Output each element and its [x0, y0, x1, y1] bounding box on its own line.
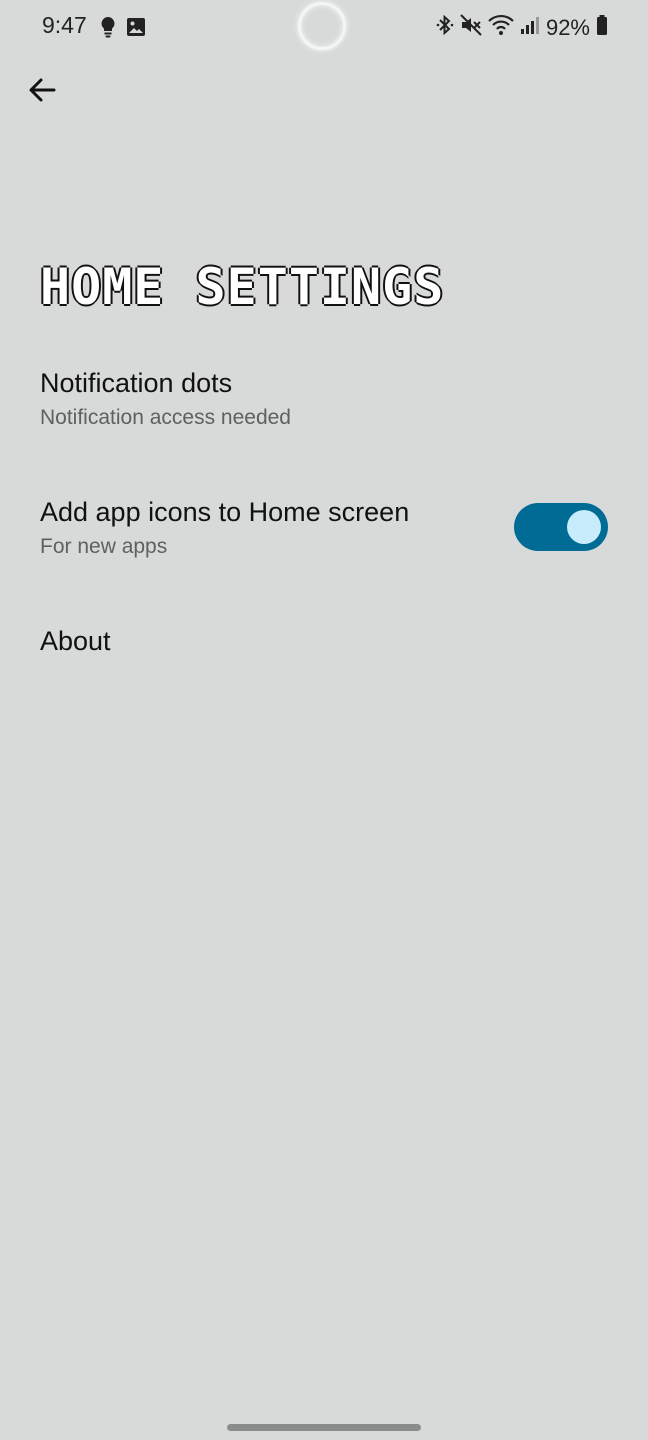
- camera-cutout: [298, 2, 346, 50]
- setting-notification-dots[interactable]: Notification dots Notification access ne…: [40, 366, 608, 432]
- status-left-icons: [100, 16, 146, 43]
- signal-icon: [520, 15, 540, 41]
- setting-title: About: [40, 626, 111, 656]
- mute-icon: [460, 14, 482, 42]
- gesture-nav-handle[interactable]: [227, 1424, 421, 1431]
- status-bar: 9:47 92%: [0, 0, 648, 56]
- arrow-left-icon: [26, 74, 58, 111]
- bluetooth-icon: [436, 14, 454, 42]
- setting-about[interactable]: About: [40, 624, 608, 658]
- battery-percent: 92%: [545, 15, 590, 40]
- add-app-icons-toggle[interactable]: [514, 503, 608, 551]
- lightbulb-icon: [100, 16, 116, 43]
- battery-icon: [596, 14, 608, 42]
- setting-title: Notification dots: [40, 368, 233, 398]
- toggle-knob: [567, 510, 601, 544]
- page-title: HOME SETTINGS: [40, 258, 445, 316]
- setting-add-app-icons[interactable]: Add app icons to Home screen For new app…: [40, 495, 608, 561]
- image-icon: [126, 17, 146, 42]
- back-button[interactable]: [22, 72, 62, 112]
- setting-subtitle: Notification access needed: [40, 406, 291, 429]
- status-right-icons: 92%: [436, 14, 608, 42]
- status-time: 9:47: [42, 12, 87, 38]
- wifi-icon: [488, 14, 514, 42]
